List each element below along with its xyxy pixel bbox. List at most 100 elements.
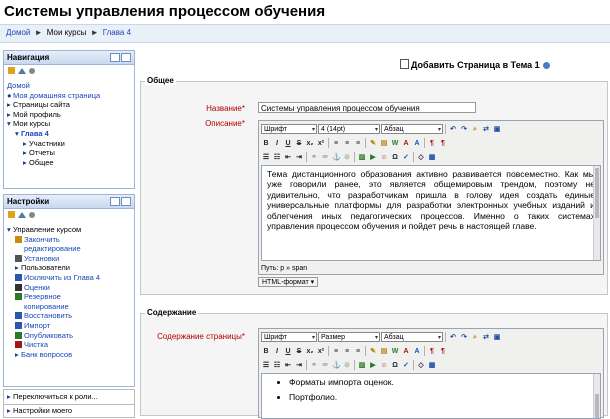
numbered-list-icon[interactable]: ☷ xyxy=(272,152,282,162)
nav-item-label[interactable]: Мои курсы xyxy=(13,119,50,128)
nolink-icon[interactable]: ⊘ xyxy=(342,152,352,162)
settings-item-label[interactable]: Резервное xyxy=(24,292,61,301)
media-icon[interactable]: ▶ xyxy=(368,360,378,370)
settings-item-label[interactable]: Исключить из Глава 4 xyxy=(24,273,100,282)
numbered-list-icon[interactable]: ☷ xyxy=(272,360,282,370)
settings-item[interactable]: Восстановить xyxy=(7,311,131,321)
find-icon[interactable]: ⌕ xyxy=(470,124,480,134)
settings-item-label[interactable]: редактирование xyxy=(24,244,81,253)
nav-item-label[interactable]: Домой xyxy=(7,81,30,90)
switch-role-row[interactable]: ▸ Переключиться к роли... xyxy=(3,389,135,405)
replace-icon[interactable]: ⇄ xyxy=(481,332,491,342)
image-icon[interactable]: ▨ xyxy=(357,152,367,162)
font-size-select[interactable]: Размер ▾ xyxy=(318,332,380,342)
nav-item-label[interactable]: Участники xyxy=(29,139,65,148)
page-content-scrollbar[interactable] xyxy=(593,374,600,418)
breadcrumb-home[interactable]: Домой xyxy=(6,28,30,37)
find-icon[interactable]: ⌕ xyxy=(470,332,480,342)
nav-item[interactable]: Домой xyxy=(7,81,131,91)
font-select[interactable]: Шрифт ▾ xyxy=(261,124,317,134)
settings-item[interactable]: ▸ Банк вопросов xyxy=(7,350,131,360)
indent-icon[interactable]: ⇥ xyxy=(294,152,304,162)
bullet-list-icon[interactable]: ☰ xyxy=(261,152,271,162)
settings-item[interactable]: Оценки xyxy=(7,283,131,293)
paste-word-icon[interactable]: W xyxy=(390,346,400,356)
nav-item-label[interactable]: Глава 4 xyxy=(21,129,49,138)
settings-item[interactable]: редактирование xyxy=(7,244,131,254)
underline-icon[interactable]: U xyxy=(283,346,293,356)
settings-item-label[interactable]: Восстановить xyxy=(24,311,72,320)
dock-icon[interactable] xyxy=(110,197,120,206)
font-size-select[interactable]: 4 (14pt) ▾ xyxy=(318,124,380,134)
settings-item-label[interactable]: Импорт xyxy=(24,321,50,330)
link-icon[interactable]: ⚭ xyxy=(309,360,319,370)
rtl-icon[interactable]: ¶ xyxy=(438,346,448,356)
redo-icon[interactable]: ↷ xyxy=(459,332,469,342)
block-move-icons[interactable] xyxy=(7,210,39,220)
nav-item-label[interactable]: Страницы сайта xyxy=(13,100,70,109)
block-move-icons[interactable] xyxy=(7,66,39,76)
settings-item[interactable]: копирование xyxy=(7,302,131,312)
anchor-icon[interactable]: ⚓ xyxy=(331,360,341,370)
description-content-area[interactable]: Тема дистанционного образования активно … xyxy=(261,165,601,261)
settings-item[interactable]: Резервное xyxy=(7,292,131,302)
align-right-icon[interactable]: ≡ xyxy=(353,346,363,356)
settings-item-label[interactable]: Пользователи xyxy=(21,263,70,272)
outdent-icon[interactable]: ⇤ xyxy=(283,152,293,162)
dock-icon[interactable] xyxy=(110,53,120,62)
align-left-icon[interactable]: ≡ xyxy=(331,138,341,148)
paragraph-select[interactable]: Абзац ▾ xyxy=(381,332,443,342)
settings-item[interactable]: Импорт xyxy=(7,321,131,331)
nav-item-label[interactable]: Отчеты xyxy=(29,148,55,157)
paste-word-icon[interactable]: W xyxy=(390,138,400,148)
unlink-icon[interactable]: ⚮ xyxy=(320,152,330,162)
spellcheck-icon[interactable]: ✓ xyxy=(401,152,411,162)
text-color-icon[interactable]: A xyxy=(401,346,411,356)
link-icon[interactable]: ⚭ xyxy=(309,152,319,162)
paste-text-icon[interactable]: ▤ xyxy=(379,346,389,356)
text-color-icon[interactable]: A xyxy=(401,138,411,148)
align-left-icon[interactable]: ≡ xyxy=(331,346,341,356)
bullet-list-icon[interactable]: ☰ xyxy=(261,360,271,370)
settings-item-label[interactable]: копирование xyxy=(24,302,69,311)
nav-item[interactable]: ▸ Отчеты xyxy=(7,148,131,158)
nav-item-label[interactable]: Моя домашняя страница xyxy=(13,91,100,100)
clean-icon[interactable]: ✎ xyxy=(368,138,378,148)
align-right-icon[interactable]: ≡ xyxy=(353,138,363,148)
strikethrough-icon[interactable]: S xyxy=(294,346,304,356)
background-color-icon[interactable]: A xyxy=(412,138,422,148)
special-char-icon[interactable]: Ω xyxy=(390,152,400,162)
italic-icon[interactable]: I xyxy=(272,346,282,356)
settings-item[interactable]: ▾ Управление курсом xyxy=(7,225,131,235)
help-icon[interactable] xyxy=(542,62,550,69)
subscript-icon[interactable]: x₂ xyxy=(305,138,315,148)
bold-icon[interactable]: B xyxy=(261,138,271,148)
strikethrough-icon[interactable]: S xyxy=(294,138,304,148)
html-source-icon[interactable]: ◇ xyxy=(416,152,426,162)
align-center-icon[interactable]: ≡ xyxy=(342,138,352,148)
breadcrumb-my-courses[interactable]: Мои курсы xyxy=(47,28,87,37)
breadcrumb-chapter[interactable]: Глава 4 xyxy=(103,28,131,37)
table-icon[interactable]: ▦ xyxy=(427,152,437,162)
paragraph-select[interactable]: Абзац ▾ xyxy=(381,124,443,134)
settings-item[interactable]: Закончить xyxy=(7,235,131,245)
nav-item-label[interactable]: Мой профиль xyxy=(13,110,61,119)
rtl-icon[interactable]: ¶ xyxy=(438,138,448,148)
collapse-icon[interactable] xyxy=(121,53,131,62)
collapse-icon[interactable] xyxy=(121,197,131,206)
replace-icon[interactable]: ⇄ xyxy=(481,124,491,134)
indent-icon[interactable]: ⇥ xyxy=(294,360,304,370)
anchor-icon[interactable]: ⚓ xyxy=(331,152,341,162)
ltr-icon[interactable]: ¶ xyxy=(427,138,437,148)
settings-item-label[interactable]: Закончить xyxy=(24,235,60,244)
italic-icon[interactable]: I xyxy=(272,138,282,148)
page-content-area[interactable]: Форматы импорта оценок. Портфолио. xyxy=(261,373,601,419)
underline-icon[interactable]: U xyxy=(283,138,293,148)
html-source-icon[interactable]: ◇ xyxy=(416,360,426,370)
settings-item[interactable]: Чистка xyxy=(7,340,131,350)
nav-item[interactable]: ●Моя домашняя страница xyxy=(7,91,131,101)
format-select[interactable]: HTML-формат ▾ xyxy=(258,277,319,287)
undo-icon[interactable]: ↶ xyxy=(448,332,458,342)
background-color-icon[interactable]: A xyxy=(412,346,422,356)
fullscreen-icon[interactable]: ▣ xyxy=(492,332,502,342)
